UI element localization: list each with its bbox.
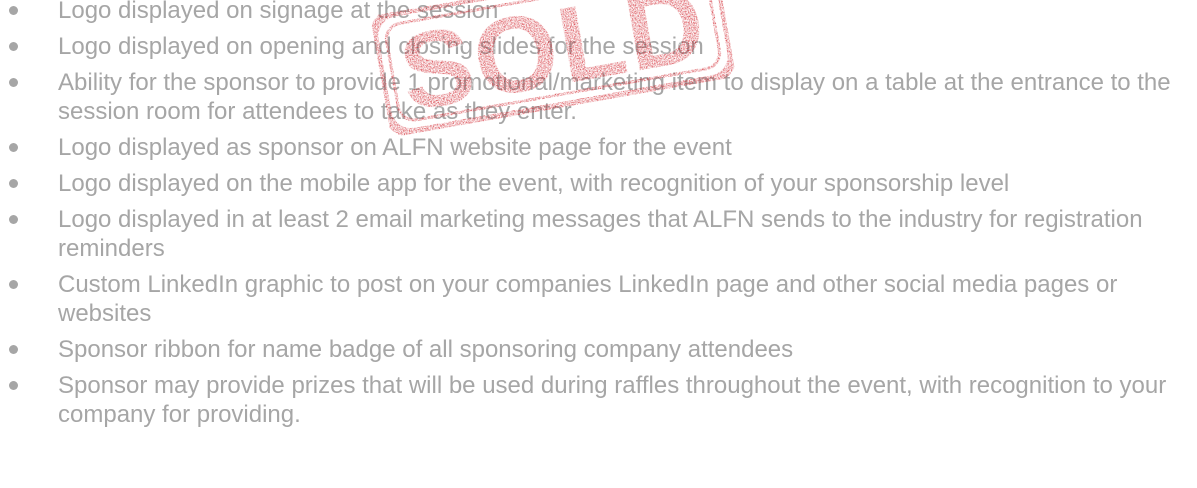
list-item: Logo displayed on the mobile app for the… bbox=[0, 169, 1197, 198]
list-item: Ability for the sponsor to provide 1 pro… bbox=[0, 68, 1197, 126]
bullet-icon bbox=[9, 6, 18, 15]
benefit-text: Logo displayed on signage at the session bbox=[58, 0, 499, 24]
list-item: Logo displayed as sponsor on ALFN websit… bbox=[0, 133, 1197, 162]
benefit-text: Custom LinkedIn graphic to post on your … bbox=[58, 271, 1118, 327]
bullet-icon bbox=[9, 215, 18, 224]
list-item: Custom LinkedIn graphic to post on your … bbox=[0, 270, 1197, 328]
benefit-text: Sponsor may provide prizes that will be … bbox=[58, 372, 1167, 428]
benefit-text: Ability for the sponsor to provide 1 pro… bbox=[58, 69, 1171, 125]
benefit-text: Logo displayed on opening and closing sl… bbox=[58, 33, 704, 60]
bullet-icon bbox=[9, 280, 18, 289]
benefit-text: Logo displayed as sponsor on ALFN websit… bbox=[58, 134, 732, 161]
benefit-text: Logo displayed on the mobile app for the… bbox=[58, 170, 1010, 197]
list-item: Logo displayed on opening and closing sl… bbox=[0, 32, 1197, 61]
list-item: Sponsor ribbon for name badge of all spo… bbox=[0, 335, 1197, 364]
bullet-icon bbox=[9, 143, 18, 152]
benefit-text: Sponsor ribbon for name badge of all spo… bbox=[58, 336, 794, 363]
benefit-text: Logo displayed in at least 2 email marke… bbox=[58, 206, 1143, 262]
list-item: Logo displayed in at least 2 email marke… bbox=[0, 205, 1197, 263]
sponsorship-benefits-list: Logo displayed on signage at the session… bbox=[0, 0, 1197, 436]
bullet-icon bbox=[9, 179, 18, 188]
bullet-icon bbox=[9, 381, 18, 390]
bullet-icon bbox=[9, 42, 18, 51]
bullet-icon bbox=[9, 78, 18, 87]
list-item: Logo displayed on signage at the session bbox=[0, 0, 1197, 25]
list-item: Sponsor may provide prizes that will be … bbox=[0, 371, 1197, 429]
bullet-icon bbox=[9, 345, 18, 354]
